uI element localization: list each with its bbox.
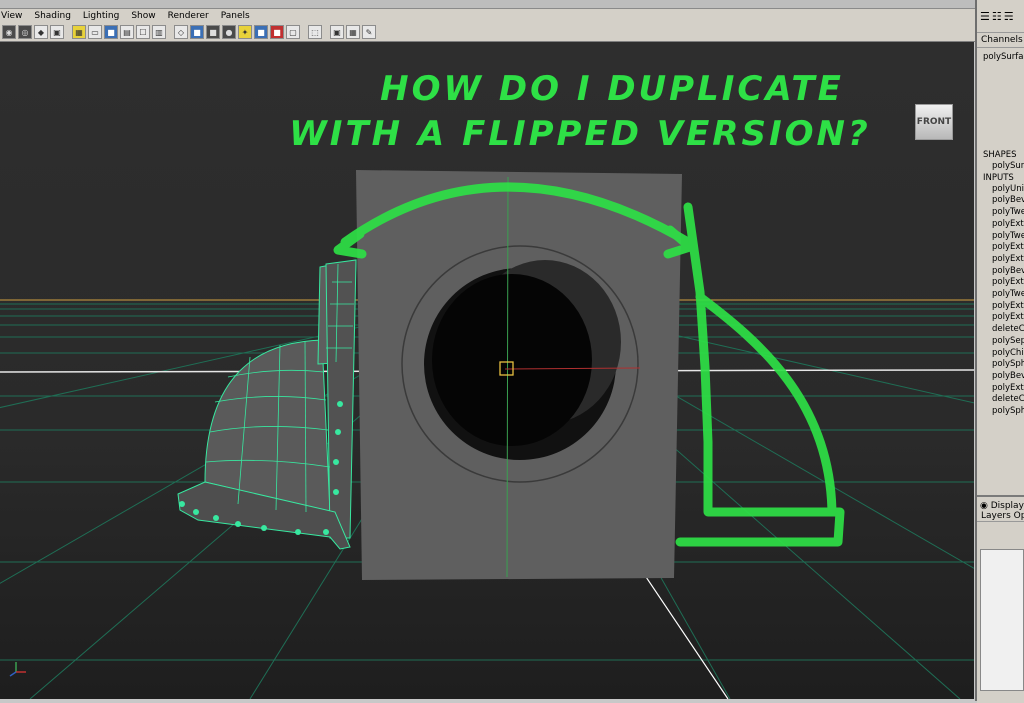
channel-box-toggle-icon[interactable]: ☰	[980, 10, 990, 23]
bulb-icon[interactable]: ✦	[238, 25, 252, 39]
input-node[interactable]: polyChipOff	[977, 348, 1024, 360]
toolbar-separator	[302, 25, 306, 39]
menu-view[interactable]: View	[0, 9, 23, 23]
input-node[interactable]: polyExtrude	[977, 312, 1024, 324]
shape-node[interactable]: polySurfaceShape	[977, 161, 1024, 173]
view-cube-front[interactable]: FRONT	[915, 104, 953, 140]
input-node[interactable]: polySphere	[977, 359, 1024, 371]
resolution-gate-icon[interactable]: ■	[206, 25, 220, 39]
input-node[interactable]: polyExtrude	[977, 383, 1024, 395]
input-node[interactable]: deleteComponent	[977, 394, 1024, 406]
wireframe-icon[interactable]: ▭	[88, 25, 102, 39]
toolbar-separator	[324, 25, 328, 39]
frame-icon[interactable]: ⬚	[308, 25, 322, 39]
dome-mesh	[177, 259, 357, 550]
tool-settings-toggle-icon[interactable]: ☴	[1004, 10, 1014, 23]
menu-shading[interactable]: Shading	[33, 9, 72, 23]
input-node[interactable]: polyExtrude	[977, 277, 1024, 289]
input-node[interactable]: deleteComponent	[977, 324, 1024, 336]
isolate-icon[interactable]: ■	[190, 25, 204, 39]
channel-box-toolbar: ☰ ☷ ☴	[977, 0, 1024, 33]
light-icon[interactable]: ☐	[136, 25, 150, 39]
hud-icon[interactable]: ▣	[330, 25, 344, 39]
layer-list[interactable]	[980, 549, 1024, 691]
cube-icon[interactable]: ■	[254, 25, 268, 39]
input-node[interactable]: polyUnite	[977, 184, 1024, 196]
inputs-header: INPUTS	[983, 172, 1014, 183]
layout-icon[interactable]: ▦	[346, 25, 360, 39]
film-gate-icon[interactable]: ●	[222, 25, 236, 39]
axis-indicator	[9, 662, 26, 677]
bookmark-icon[interactable]: ◆	[34, 25, 48, 39]
menu-show[interactable]: Show	[130, 9, 156, 23]
toolbar-separator	[66, 25, 70, 39]
texture-icon[interactable]: ▤	[120, 25, 134, 39]
input-node[interactable]: polySeparate	[977, 336, 1024, 348]
xray-icon[interactable]: ◇	[174, 25, 188, 39]
image-plane-icon[interactable]: ▣	[50, 25, 64, 39]
shadow-icon[interactable]: ▥	[152, 25, 166, 39]
input-node[interactable]: polyExtrude	[977, 219, 1024, 231]
layer-editor: ◉ Display Layers Options	[977, 495, 1024, 703]
safe-action-icon[interactable]: ▢	[286, 25, 300, 39]
display-radio[interactable]: ◉ Display	[977, 501, 1024, 511]
annotation-line-2: WITH A FLIPPED VERSION?	[289, 114, 870, 154]
attribute-area	[977, 62, 1024, 150]
input-node[interactable]: polyTweak	[977, 289, 1024, 301]
grid-icon[interactable]: ▦	[72, 25, 86, 39]
title-strip	[0, 0, 976, 9]
channel-box-tabs[interactable]: Channels Edit	[977, 33, 1024, 48]
perspective-viewport[interactable]: HOW DO I DUPLICATE WITH A FLIPPED VERSIO…	[0, 42, 974, 699]
input-node[interactable]: polyExtrude	[977, 242, 1024, 254]
layer-editor-menu[interactable]: Layers Options	[977, 511, 1024, 522]
select-camera-icon[interactable]: ◉	[2, 25, 16, 39]
toolbar-separator	[168, 25, 172, 39]
panel-toolbar: ◉ ◎ ◆ ▣ ▦ ▭ ■ ▤ ☐ ▥ ◇ ■ ■ ● ✦ ■ ■ ▢ ⬚ ▣ …	[0, 23, 978, 42]
input-node[interactable]: polyExtrude	[977, 254, 1024, 266]
channel-box-panel: ☰ ☷ ☴ Channels Edit polySurface SHAPES p…	[975, 0, 1024, 703]
smooth-shade-icon[interactable]: ■	[104, 25, 118, 39]
hole-depth	[432, 274, 592, 446]
input-node[interactable]: polyBevel	[977, 266, 1024, 278]
shapes-header: SHAPES	[983, 150, 1017, 160]
input-node[interactable]: polyBevel	[977, 195, 1024, 207]
input-node[interactable]: polyTweak	[977, 207, 1024, 219]
attribute-editor-toggle-icon[interactable]: ☷	[992, 10, 1002, 23]
annotation-line-1: HOW DO I DUPLICATE	[380, 69, 844, 109]
script-icon[interactable]: ✎	[362, 25, 376, 39]
display-radio-label: Display	[990, 501, 1024, 511]
menu-panels[interactable]: Panels	[220, 9, 251, 23]
render-icon[interactable]: ■	[270, 25, 284, 39]
camera-attributes-icon[interactable]: ◎	[18, 25, 32, 39]
viewport-menu-bar: View Shading Lighting Show Renderer Pane…	[0, 9, 976, 23]
selected-node-name[interactable]: polySurface	[977, 52, 1024, 62]
menu-renderer[interactable]: Renderer	[167, 9, 210, 23]
scene-canvas: HOW DO I DUPLICATE WITH A FLIPPED VERSIO…	[0, 69, 974, 699]
menu-lighting[interactable]: Lighting	[82, 9, 120, 23]
input-node[interactable]: polyBevel	[977, 371, 1024, 383]
input-node[interactable]: polySphere	[977, 406, 1024, 418]
input-node[interactable]: polyTweak	[977, 231, 1024, 243]
input-node[interactable]: polyExtrude	[977, 301, 1024, 313]
